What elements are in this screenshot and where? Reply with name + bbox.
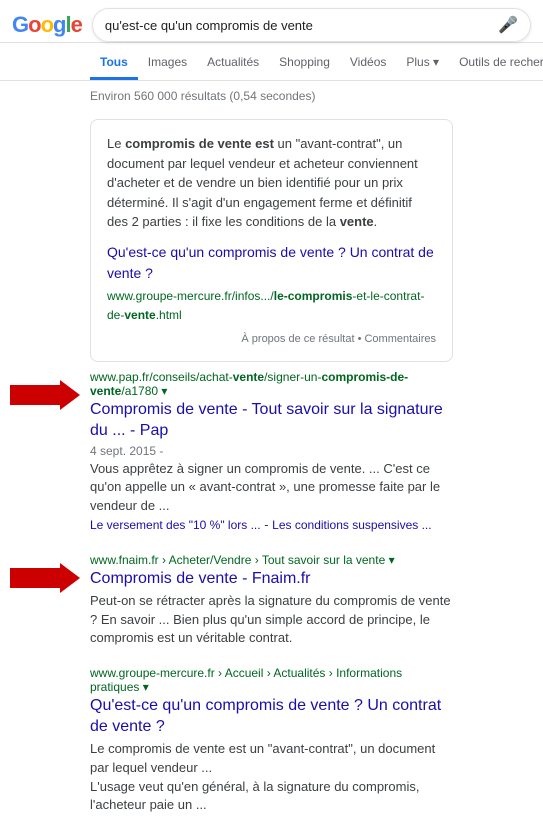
result-meta: 4 sept. 2015 - [90,444,453,458]
result-url: www.groupe-mercure.fr › Accueil › Actual… [90,666,453,694]
red-arrow-1 [10,380,80,440]
snippet-link-title[interactable]: Qu'est-ce qu'un compromis de vente ? Un … [107,242,436,284]
tab-videos[interactable]: Vidéos [340,47,396,80]
featured-snippet: Le compromis de vente est un "avant-cont… [90,119,453,362]
header: Google qu'est-ce qu'un compromis de vent… [0,0,543,43]
result-1-wrapper: www.pap.fr/conseils/achat-vente/signer-u… [90,370,453,535]
result-url: www.pap.fr/conseils/achat-vente/signer-u… [90,370,453,398]
result-title[interactable]: Compromis de vente - Fnaim.fr [90,569,453,590]
result-sublink-2[interactable]: Les conditions suspensives ... [272,518,431,532]
snippet-text: Le compromis de vente est un "avant-cont… [107,134,436,232]
tab-outils[interactable]: Outils de recherche [449,47,543,80]
red-arrow-2 [10,563,80,623]
result-item: www.pap.fr/conseils/achat-vente/signer-u… [90,370,453,535]
tab-plus[interactable]: Plus ▾ [396,47,449,80]
result-desc: Vous apprêtez à signer un compromis de v… [90,460,453,535]
result-url: www.fnaim.fr › Acheter/Vendre › Tout sav… [90,553,453,567]
snippet-footer: À propos de ce résultat • Commentaires [107,331,436,348]
result-2-wrapper: www.fnaim.fr › Acheter/Vendre › Tout sav… [90,553,453,648]
snippet-link-url: www.groupe-mercure.fr/infos.../le-compro… [107,289,424,323]
result-sublink[interactable]: Le versement des "10 %" lors ... [90,518,261,532]
mic-icon[interactable]: 🎤 [498,15,518,35]
google-logo: Google [12,12,82,38]
results-area: www.pap.fr/conseils/achat-vente/signer-u… [0,370,543,815]
result-desc: Le compromis de vente est un "avant-cont… [90,740,453,815]
result-item: www.fnaim.fr › Acheter/Vendre › Tout sav… [90,553,453,648]
result-item: www.groupe-mercure.fr › Accueil › Actual… [90,666,453,815]
search-input[interactable]: qu'est-ce qu'un compromis de vente [105,18,490,33]
nav-tabs: Tous Images Actualités Shopping Vidéos P… [0,47,543,80]
tab-images[interactable]: Images [138,47,197,80]
tab-tous[interactable]: Tous [90,47,138,80]
tab-actualites[interactable]: Actualités [197,47,269,80]
result-desc: Peut-on se rétracter après la signature … [90,592,453,649]
result-title[interactable]: Qu'est-ce qu'un compromis de vente ? Un … [90,696,453,738]
result-title[interactable]: Compromis de vente - Tout savoir sur la … [90,400,453,442]
results-count: Environ 560 000 résultats (0,54 secondes… [0,80,543,111]
tab-shopping[interactable]: Shopping [269,47,340,80]
result-3-wrapper: www.groupe-mercure.fr › Accueil › Actual… [90,666,453,815]
search-bar[interactable]: qu'est-ce qu'un compromis de vente 🎤 [92,8,531,42]
